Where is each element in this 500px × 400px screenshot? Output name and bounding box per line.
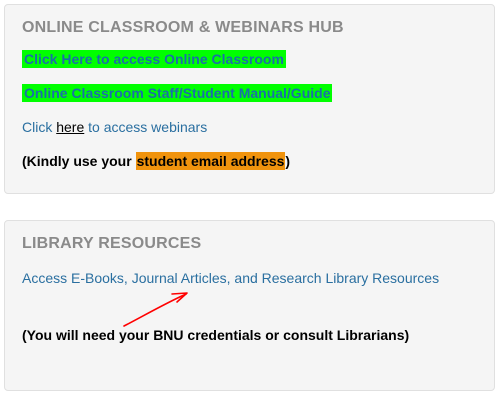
webinars-here-link[interactable]: here	[56, 119, 84, 135]
library-title: LIBRARY RESOURCES	[22, 235, 202, 252]
email-note-prefix: (Kindly use your	[22, 153, 132, 169]
student-email-highlight: student email address	[135, 152, 286, 170]
library-resources-panel: LIBRARY RESOURCES Access E-Books, Journa…	[4, 220, 495, 391]
webinars-row: Click here to access webinars	[22, 118, 207, 136]
email-note: (Kindly use your student email address)	[22, 152, 290, 170]
credentials-note: (You will need your BNU credentials or c…	[22, 327, 410, 343]
manual-guide-link[interactable]: Online Classroom Staff/Student Manual/Gu…	[22, 84, 333, 102]
email-note-suffix: )	[285, 153, 291, 169]
webinars-suffix: to access webinars	[88, 119, 208, 135]
online-classroom-panel: ONLINE CLASSROOM & WEBINARS HUB Click He…	[4, 4, 495, 194]
online-classroom-link[interactable]: Click Here to access Online Classroom	[22, 50, 286, 68]
library-resources-link[interactable]: Access E-Books, Journal Articles, and Re…	[22, 267, 477, 289]
classroom-link-row: Click Here to access Online Classroom	[22, 50, 286, 68]
webinars-prefix: Click	[22, 119, 53, 135]
manual-link-row: Online Classroom Staff/Student Manual/Gu…	[22, 84, 333, 102]
online-hub-title: ONLINE CLASSROOM & WEBINARS HUB	[22, 19, 344, 36]
